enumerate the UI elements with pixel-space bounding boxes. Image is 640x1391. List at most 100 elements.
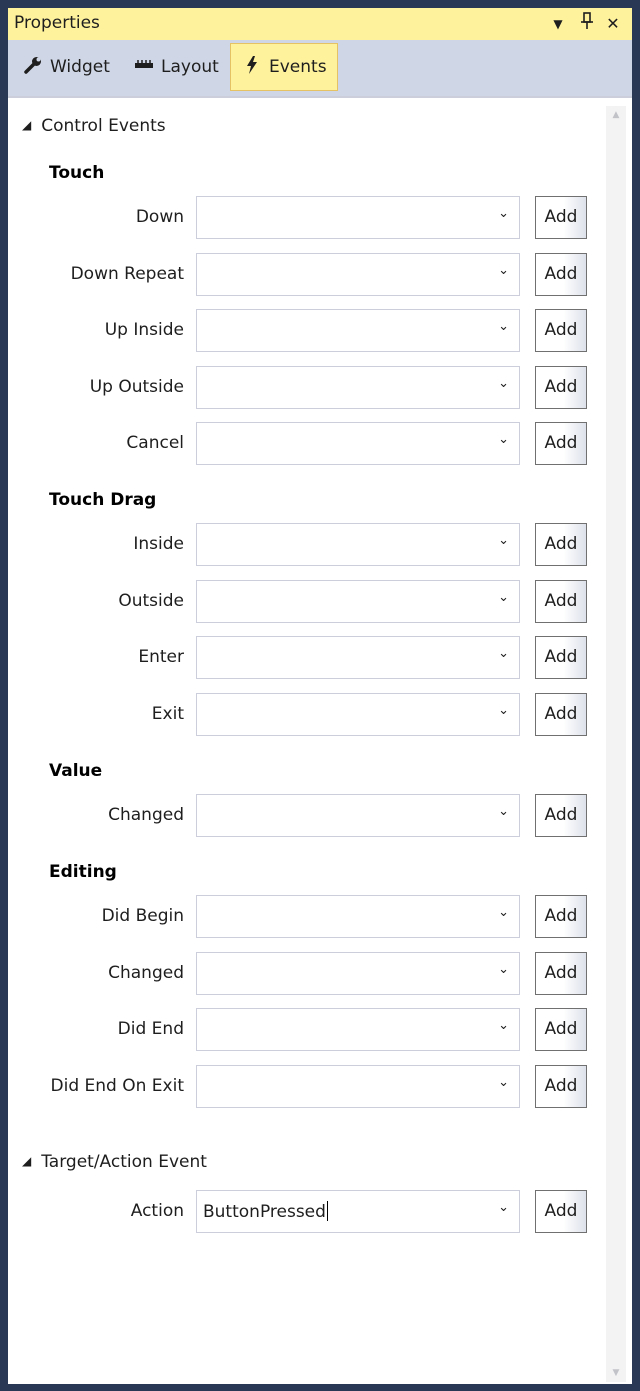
chevron-down-icon[interactable]: ⌄ (498, 703, 509, 718)
group-label-editing: Editing (49, 862, 117, 882)
title-bar: Properties ▼ ✕ (8, 8, 632, 40)
text-cursor (326, 1201, 328, 1221)
group-label-touch-drag: Touch Drag (49, 490, 157, 510)
target-action-header[interactable]: ◢ Target/Action Event (22, 1152, 207, 1172)
add-button[interactable]: Add (535, 196, 587, 239)
add-button[interactable]: Add (535, 253, 587, 296)
add-button[interactable]: Add (535, 1065, 587, 1108)
chevron-down-icon[interactable]: ⌄ (498, 319, 509, 334)
window-title: Properties (14, 13, 100, 33)
properties-window: Properties ▼ ✕ Widget Layout Events ▲ ▼ … (0, 0, 640, 1391)
action-value[interactable]: ButtonPressed (203, 1201, 328, 1222)
event-row-touch-up-outside: Up Outside ⌄ Add (8, 366, 608, 410)
add-button[interactable]: Add (535, 1008, 587, 1051)
chevron-down-icon[interactable]: ⌄ (498, 590, 509, 605)
group-label-value: Value (49, 761, 103, 781)
action-value-text: ButtonPressed (203, 1202, 326, 1222)
event-label: Changed (108, 805, 184, 825)
chevron-down-icon[interactable]: ⌄ (498, 376, 509, 391)
event-handler-combobox[interactable]: ⌄ (196, 693, 520, 736)
event-handler-combobox[interactable]: ⌄ (196, 952, 520, 995)
add-button[interactable]: Add (535, 523, 587, 566)
tab-events-label: Events (269, 57, 327, 77)
ruler-icon (133, 55, 155, 80)
event-handler-combobox[interactable]: ⌄ (196, 366, 520, 409)
event-label: Exit (151, 704, 184, 724)
tab-events[interactable]: Events (230, 43, 338, 91)
add-button[interactable]: Add (535, 693, 587, 736)
event-label: Down Repeat (70, 264, 184, 284)
add-button[interactable]: Add (535, 952, 587, 995)
group-label-touch: Touch (49, 163, 105, 183)
collapse-triangle-icon[interactable]: ◢ (22, 1154, 31, 1168)
event-row-touch-drag-enter: Enter ⌄ Add (8, 636, 608, 680)
action-combobox[interactable]: ButtonPressed ⌄ (196, 1190, 520, 1233)
add-button[interactable]: Add (535, 580, 587, 623)
chevron-down-icon[interactable]: ⌄ (498, 1200, 509, 1215)
wrench-icon (22, 55, 44, 80)
chevron-down-icon[interactable]: ⌄ (498, 1018, 509, 1033)
event-row-action: Action ButtonPressed ⌄ Add (8, 1190, 608, 1234)
event-row-touch-down: Down ⌄ Add (8, 196, 608, 240)
event-label: Up Outside (89, 377, 184, 397)
event-handler-combobox[interactable]: ⌄ (196, 309, 520, 352)
chevron-down-icon[interactable]: ⌄ (498, 646, 509, 661)
tab-bar: Widget Layout Events (8, 40, 632, 96)
pin-icon[interactable] (576, 12, 598, 36)
close-icon[interactable]: ✕ (602, 12, 624, 36)
chevron-down-icon[interactable]: ⌄ (498, 206, 509, 221)
event-handler-combobox[interactable]: ⌄ (196, 636, 520, 679)
event-row-editing-changed: Changed ⌄ Add (8, 952, 608, 996)
chevron-down-icon[interactable]: ⌄ (498, 533, 509, 548)
chevron-down-icon[interactable]: ⌄ (498, 804, 509, 819)
add-button[interactable]: Add (535, 366, 587, 409)
event-label: Cancel (126, 433, 184, 453)
event-label: Did Begin (101, 906, 184, 926)
chevron-down-icon[interactable]: ⌄ (498, 263, 509, 278)
event-handler-combobox[interactable]: ⌄ (196, 895, 520, 938)
dropdown-icon[interactable]: ▼ (547, 12, 569, 36)
add-button[interactable]: Add (535, 422, 587, 465)
section-title: Target/Action Event (41, 1152, 207, 1172)
event-row-touch-cancel: Cancel ⌄ Add (8, 422, 608, 466)
event-label: Changed (108, 963, 184, 983)
add-button[interactable]: Add (535, 1190, 587, 1233)
event-label: Action (130, 1201, 184, 1221)
event-label: Did End (117, 1019, 184, 1039)
event-handler-combobox[interactable]: ⌄ (196, 580, 520, 623)
vertical-scrollbar[interactable]: ▲ ▼ (606, 106, 626, 1382)
lightning-icon (241, 55, 263, 80)
chevron-down-icon[interactable]: ⌄ (498, 1075, 509, 1090)
add-button[interactable]: Add (535, 794, 587, 837)
chevron-down-icon[interactable]: ⌄ (498, 962, 509, 977)
event-handler-combobox[interactable]: ⌄ (196, 523, 520, 566)
tab-layout-label: Layout (161, 57, 219, 77)
event-handler-combobox[interactable]: ⌄ (196, 1065, 520, 1108)
event-label: Up Inside (104, 320, 184, 340)
event-label: Inside (133, 534, 184, 554)
event-handler-combobox[interactable]: ⌄ (196, 196, 520, 239)
event-row-editing-did-begin: Did Begin ⌄ Add (8, 895, 608, 939)
event-handler-combobox[interactable]: ⌄ (196, 794, 520, 837)
tab-widget[interactable]: Widget (12, 43, 120, 91)
add-button[interactable]: Add (535, 895, 587, 938)
scroll-up-icon[interactable]: ▲ (606, 110, 626, 120)
event-label: Down (135, 207, 184, 227)
event-handler-combobox[interactable]: ⌄ (196, 1008, 520, 1051)
scroll-down-icon[interactable]: ▼ (606, 1368, 626, 1378)
tab-widget-label: Widget (50, 57, 110, 77)
add-button[interactable]: Add (535, 636, 587, 679)
section-title: Control Events (41, 116, 166, 136)
collapse-triangle-icon[interactable]: ◢ (22, 118, 31, 132)
control-events-header[interactable]: ◢ Control Events (22, 116, 166, 136)
add-button[interactable]: Add (535, 309, 587, 352)
event-row-editing-did-end-on-exit: Did End On Exit ⌄ Add (8, 1065, 608, 1109)
event-handler-combobox[interactable]: ⌄ (196, 253, 520, 296)
event-row-touch-drag-exit: Exit ⌄ Add (8, 693, 608, 737)
event-row-touch-drag-outside: Outside ⌄ Add (8, 580, 608, 624)
event-handler-combobox[interactable]: ⌄ (196, 422, 520, 465)
chevron-down-icon[interactable]: ⌄ (498, 432, 509, 447)
chevron-down-icon[interactable]: ⌄ (498, 905, 509, 920)
tab-layout[interactable]: Layout (123, 43, 229, 91)
events-panel: ▲ ▼ ◢ Control Events Touch Down ⌄ Add Down Rep… (8, 96, 632, 1384)
